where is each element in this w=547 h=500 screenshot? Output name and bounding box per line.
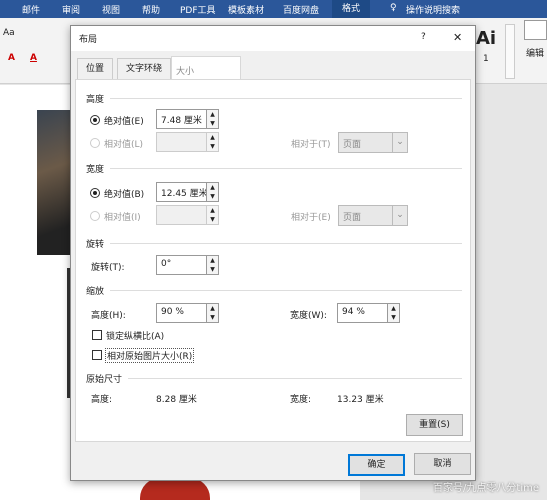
width-absolute-radio[interactable] xyxy=(90,188,100,198)
layout-dialog: 布局 ? ✕ 位置 文字环绕 大小 高度 绝对值(E) 7.48 厘米 ▲ ▼ 相… xyxy=(70,25,476,481)
dialog-titlebar: 布局 ? ✕ xyxy=(71,26,475,51)
width-relative-to-value: 页面 xyxy=(343,213,362,223)
width-relative-radio[interactable] xyxy=(90,211,100,221)
scale-width-input[interactable]: 94 % xyxy=(337,303,388,323)
lock-aspect-label: 锁定纵横比(A) xyxy=(106,332,165,342)
menu-baidu-netdisk[interactable]: 百度网盘 xyxy=(283,3,319,16)
rotation-spinner[interactable]: ▲ ▼ xyxy=(206,255,219,275)
chevron-down-icon: ⌄ xyxy=(392,133,407,152)
height-relative-radio[interactable] xyxy=(90,138,100,148)
scale-height-label: 高度(H): xyxy=(91,311,126,321)
width-absolute-label: 绝对值(B) xyxy=(104,190,145,200)
lock-aspect-checkbox[interactable] xyxy=(92,330,102,340)
width-heading: 宽度 xyxy=(86,165,111,175)
tab-text-wrapping[interactable]: 文字环绕 xyxy=(117,58,172,79)
font-color-icon[interactable]: A xyxy=(8,53,15,63)
original-height-label: 高度: xyxy=(91,395,113,405)
relative-original-checkbox[interactable] xyxy=(92,350,102,360)
search-icon[interactable] xyxy=(524,20,547,40)
close-button[interactable]: ✕ xyxy=(453,31,462,44)
menu-review[interactable]: 审阅 xyxy=(62,3,80,16)
original-width-value: 13.23 厘米 xyxy=(337,395,384,405)
menu-templates[interactable]: 模板素材 xyxy=(228,3,264,16)
height-relative-label: 相对值(L) xyxy=(104,140,144,150)
menu-format[interactable]: 格式 xyxy=(332,0,371,18)
rotation-input[interactable]: 0° xyxy=(156,255,207,275)
height-absolute-label: 绝对值(E) xyxy=(104,117,144,127)
menu-tell-me[interactable]: 操作说明搜索 xyxy=(406,3,460,16)
original-width-label: 宽度: xyxy=(290,395,312,405)
height-relative-spinner[interactable]: ▲ ▼ xyxy=(206,132,219,152)
width-relative-to-label: 相对于(E) xyxy=(291,213,331,223)
edit-button[interactable]: 编辑 xyxy=(526,46,544,59)
menu-bar: 邮件 审阅 视图 帮助 PDF工具 模板素材 百度网盘 格式 ♀ 操作说明搜索 xyxy=(0,0,547,18)
ok-button[interactable]: 确定 xyxy=(348,454,405,476)
rotation-heading: 旋转 xyxy=(86,240,111,250)
width-relative-spinner[interactable]: ▲ ▼ xyxy=(206,205,219,225)
change-case-button[interactable]: Aa xyxy=(3,28,15,38)
watermark: 百家号/九点零八分time xyxy=(433,483,539,494)
width-relative-to-select[interactable]: 页面 ⌄ xyxy=(338,205,408,226)
lightbulb-icon: ♀ xyxy=(390,3,397,13)
menu-pdf-tools[interactable]: PDF工具 xyxy=(180,3,216,16)
size-panel: 高度 绝对值(E) 7.48 厘米 ▲ ▼ 相对值(L) ▲ ▼ 相对于(T) 页面… xyxy=(75,79,471,442)
scale-height-spinner[interactable]: ▲ ▼ xyxy=(206,303,219,323)
scale-height-input[interactable]: 90 % xyxy=(156,303,207,323)
dialog-title: 布局 xyxy=(79,35,98,45)
original-height-value: 8.28 厘米 xyxy=(156,395,197,405)
cartoon-picture xyxy=(140,478,210,500)
height-relative-to-label: 相对于(T) xyxy=(291,140,331,150)
height-relative-input[interactable] xyxy=(156,132,207,152)
tab-position[interactable]: 位置 xyxy=(77,58,114,79)
height-absolute-radio[interactable] xyxy=(90,115,100,125)
scale-width-label: 宽度(W): xyxy=(290,311,327,321)
height-relative-to-select[interactable]: 页面 ⌄ xyxy=(338,132,408,153)
width-absolute-input[interactable]: 12.45 厘米 xyxy=(156,182,208,202)
width-relative-input[interactable] xyxy=(156,205,207,225)
cancel-button[interactable]: 取消 xyxy=(414,453,471,475)
scale-heading: 缩放 xyxy=(86,287,111,297)
height-relative-to-value: 页面 xyxy=(343,140,362,150)
font-color-button[interactable]: A xyxy=(30,53,37,63)
styles-scrollbar[interactable] xyxy=(505,24,515,79)
tab-size[interactable]: 大小 xyxy=(171,56,241,80)
help-button[interactable]: ? xyxy=(421,32,426,42)
scale-width-spinner[interactable]: ▲ ▼ xyxy=(387,303,400,323)
height-spinner[interactable]: ▲ ▼ xyxy=(206,109,219,129)
width-relative-label: 相对值(I) xyxy=(104,213,141,223)
height-heading: 高度 xyxy=(86,95,111,105)
styles-gallery[interactable]: Ai xyxy=(476,28,496,49)
chevron-down-icon: ⌄ xyxy=(392,206,407,225)
reset-button[interactable]: 重置(S) xyxy=(406,414,463,436)
styles-gallery-num: 1 xyxy=(483,54,489,64)
menu-help[interactable]: 帮助 xyxy=(142,3,160,16)
width-spinner[interactable]: ▲ ▼ xyxy=(206,182,219,202)
rotation-label: 旋转(T): xyxy=(91,263,125,273)
height-absolute-input[interactable]: 7.48 厘米 xyxy=(156,109,207,129)
menu-mail[interactable]: 邮件 xyxy=(22,3,40,16)
original-size-heading: 原始尺寸 xyxy=(86,375,129,385)
menu-view[interactable]: 视图 xyxy=(102,3,120,16)
relative-original-label: 相对原始图片大小(R) xyxy=(105,348,195,363)
